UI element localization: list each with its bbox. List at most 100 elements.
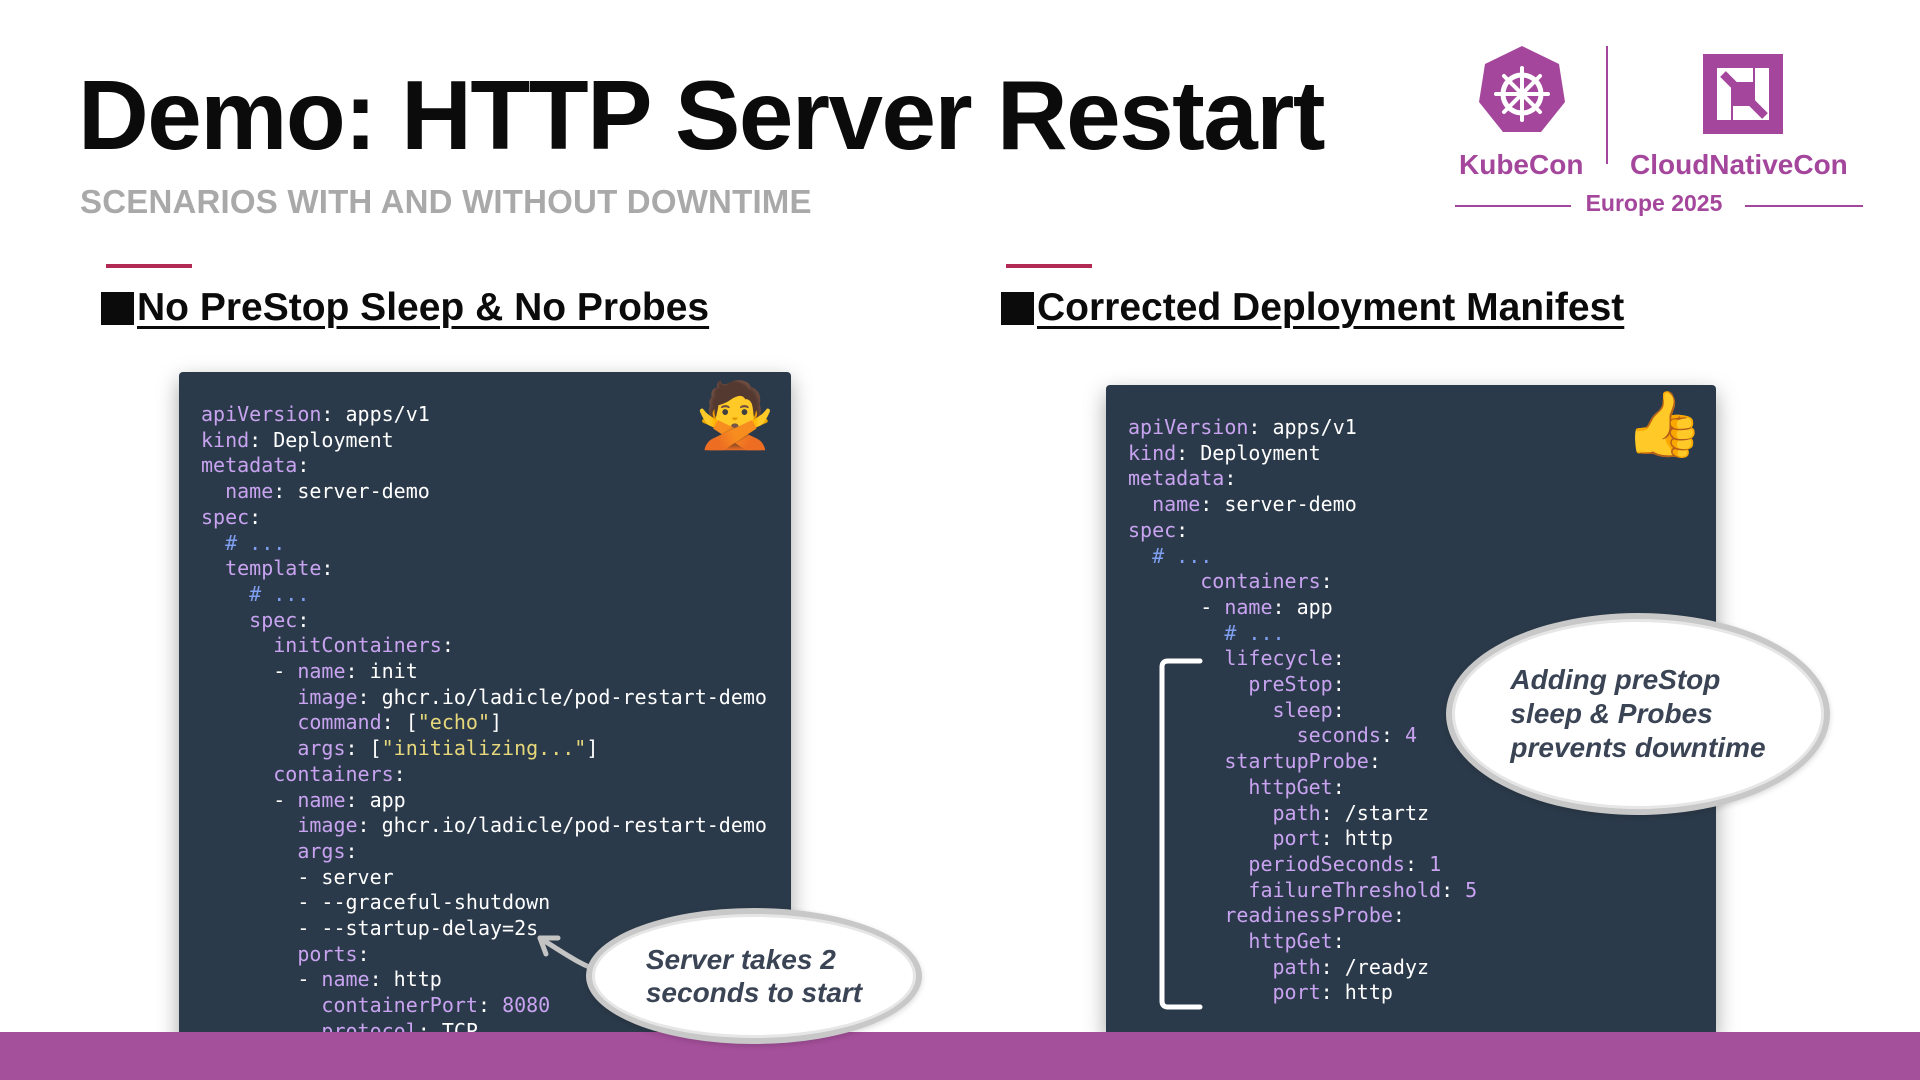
code-line: # ...	[1128, 621, 1477, 647]
code-token: image	[297, 684, 358, 709]
code-token: -	[1128, 594, 1225, 619]
code-line: containers:	[201, 762, 767, 788]
code-token: : /startz	[1320, 800, 1430, 825]
code-token: : ghcr.io/ladicle/pod-restart-demo	[357, 684, 767, 709]
code-line: initContainers:	[201, 633, 767, 659]
code-line: args: ["initializing..."]	[201, 736, 767, 762]
code-line: spec:	[1128, 518, 1477, 544]
code-token: name	[297, 787, 346, 812]
right-heading-text: Corrected Deployment Manifest	[1037, 286, 1625, 329]
code-token: ]	[490, 710, 503, 735]
code-token: preStop	[1248, 672, 1333, 697]
code-line: kind: Deployment	[1128, 441, 1477, 467]
code-line: spec:	[201, 505, 767, 531]
code-line: - name: app	[201, 788, 767, 814]
code-token: path	[1272, 954, 1321, 979]
code-token: 1	[1429, 851, 1442, 876]
code-line: # ...	[1128, 544, 1477, 570]
code-token: :	[321, 556, 334, 581]
code-token: -	[201, 967, 322, 992]
left-heading-text: No PreStop Sleep & No Probes	[137, 286, 710, 329]
right-accent-line	[1006, 264, 1092, 268]
code-token: seconds	[1296, 723, 1381, 748]
code-token: :	[441, 633, 454, 658]
code-token: : server-demo	[1200, 492, 1357, 517]
code-token: startupProbe	[1224, 749, 1369, 774]
code-token: :	[249, 504, 262, 529]
code-token: :	[297, 607, 310, 632]
right-callout-bubble: Adding preStop sleep & Probes prevents d…	[1446, 613, 1830, 815]
code-line: metadata:	[1128, 466, 1477, 492]
code-line: template:	[201, 556, 767, 582]
cloudnative-square-icon	[1703, 54, 1783, 134]
code-token: - --graceful-shutdown	[201, 890, 551, 915]
event-logo: KubeCon CloudNativeCon Europe 2025	[1455, 44, 1865, 224]
code-line: - name: init	[201, 659, 767, 685]
code-token: :	[1332, 929, 1345, 954]
logo-rule-right	[1745, 205, 1863, 207]
code-token: :	[1441, 877, 1466, 902]
code-token: :	[1404, 851, 1430, 876]
logo-rule-left	[1455, 205, 1571, 207]
code-token: :	[1332, 697, 1345, 722]
left-callout-bubble: Server takes 2 seconds to start	[586, 908, 922, 1044]
code-line: # ...	[201, 582, 767, 608]
code-token: :	[1224, 466, 1237, 491]
right-callout-text: Adding preStop sleep & Probes prevents d…	[1510, 664, 1766, 763]
code-token: : app	[1272, 594, 1333, 619]
code-token: periodSeconds	[1248, 851, 1405, 876]
code-token: containers	[1200, 569, 1321, 594]
code-token: metadata	[1128, 466, 1225, 491]
code-token: failureThreshold	[1248, 877, 1442, 902]
left-heading: No PreStop Sleep & No Probes	[101, 284, 709, 332]
code-token: : http	[1320, 826, 1393, 851]
left-accent-line	[106, 264, 192, 268]
code-token: :	[1380, 723, 1405, 748]
code-token: apiVersion	[1128, 415, 1249, 439]
code-token: : [	[345, 736, 382, 761]
code-line: metadata:	[201, 453, 767, 479]
code-line: command: ["echo"]	[201, 710, 767, 736]
code-token: : http	[1320, 980, 1393, 1005]
code-token: :	[1332, 672, 1345, 697]
code-token: # ...	[201, 530, 286, 555]
code-token: args	[297, 838, 346, 863]
right-heading: Corrected Deployment Manifest	[1001, 284, 1624, 332]
code-token: - server	[201, 864, 394, 889]
code-line: # ...	[201, 531, 767, 557]
no-gesture-emoji: 🙅	[695, 379, 775, 453]
code-token: # ...	[1128, 543, 1213, 568]
code-token: containers	[273, 761, 394, 786]
code-token: command	[297, 710, 382, 735]
code-token: spec	[249, 607, 298, 632]
slide-subtitle: SCENARIOS WITH AND WITHOUT DOWNTIME	[80, 183, 812, 220]
code-token: port	[1272, 980, 1321, 1005]
code-line: name: server-demo	[201, 479, 767, 505]
code-token: template	[225, 556, 322, 581]
code-token: :	[1320, 569, 1333, 594]
code-line: apiVersion: apps/v1	[1128, 415, 1477, 441]
kubernetes-heptagon-icon	[1479, 46, 1565, 132]
code-token: apiVersion	[201, 402, 322, 426]
code-token: : apps/v1	[321, 402, 430, 426]
left-callout-text: Server takes 2 seconds to start	[645, 944, 863, 1008]
code-token: :	[1332, 646, 1345, 671]
code-token: port	[1272, 826, 1321, 851]
code-token: : app	[345, 787, 406, 812]
code-token: : apps/v1	[1248, 415, 1357, 439]
code-token: :	[345, 838, 358, 863]
code-token: : init	[345, 659, 418, 684]
code-token: name	[1152, 492, 1201, 517]
slide-title: Demo: HTTP Server Restart	[78, 60, 1326, 170]
code-token: kind	[201, 427, 250, 452]
code-token: :	[357, 941, 370, 966]
